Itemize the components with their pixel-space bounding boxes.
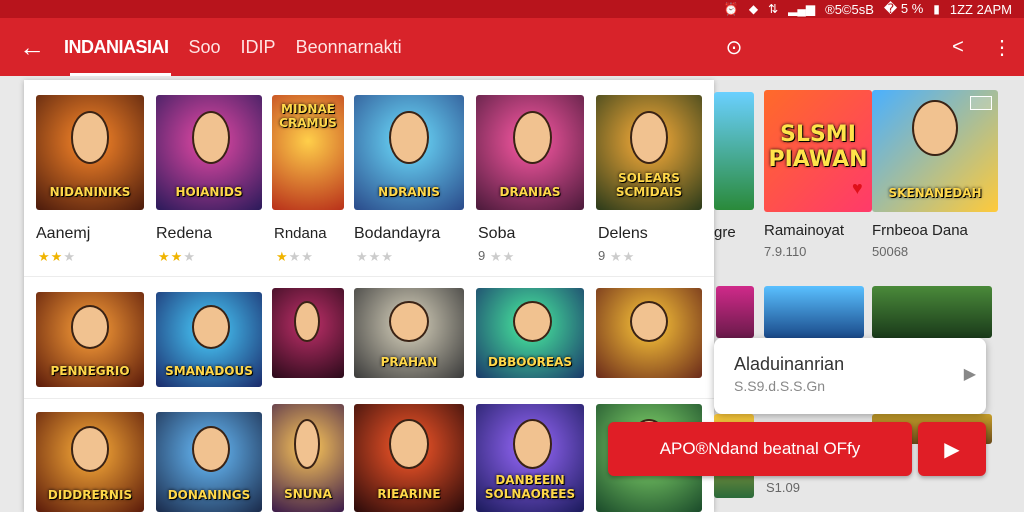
battery-icon: ▮ bbox=[933, 2, 940, 16]
game-icon-9[interactable] bbox=[272, 288, 344, 378]
game-icon-2[interactable]: HOIANIDS bbox=[156, 95, 262, 210]
game-icon-14[interactable]: DONANINGS bbox=[156, 412, 262, 512]
app-bar: ← INDANIASIAI Soo IDIP Beonnarnakti ⊙ < … bbox=[0, 18, 1024, 76]
badge-icon bbox=[970, 96, 992, 110]
partial-game-icon[interactable] bbox=[716, 286, 754, 338]
game-icon-8[interactable]: SMANADOUS bbox=[156, 292, 262, 387]
game-title[interactable]: Bodandayra bbox=[354, 225, 440, 243]
share-icon[interactable]: < bbox=[936, 36, 980, 59]
rating-stars: ★★★ bbox=[276, 249, 314, 264]
game-art-text: SOLEARS SCMIDAIS bbox=[615, 170, 683, 199]
clock: 1ZZ 2APM bbox=[949, 1, 1012, 17]
search-icon[interactable]: ⊙ bbox=[712, 35, 756, 60]
card-title: Aladuinanrian bbox=[734, 354, 845, 374]
game-icon-15[interactable]: SNUNA bbox=[272, 404, 344, 512]
game-icon-16[interactable]: RIEARINE bbox=[354, 404, 464, 512]
suggestion-card[interactable]: Aladuinanrian S.S9.d.S.S.Gn ▶ bbox=[714, 338, 986, 414]
game-art-text: PENNEGRIO bbox=[50, 363, 130, 378]
network-label: ®5©5sB bbox=[825, 1, 874, 17]
game-title[interactable]: Redena bbox=[156, 225, 212, 243]
play-icon[interactable]: ▶ bbox=[918, 422, 986, 476]
game-title[interactable]: Soba bbox=[478, 225, 515, 243]
game-art-text: PRAHAN bbox=[380, 355, 438, 369]
chevron-right-icon[interactable]: ▶ bbox=[964, 364, 976, 384]
tab-soo[interactable]: Soo bbox=[189, 18, 221, 76]
rating-stars: ★★★ bbox=[38, 249, 76, 264]
game-art-text: HOIANIDS bbox=[175, 184, 243, 199]
alarm-icon: ⏰ bbox=[723, 2, 739, 16]
game-icon-5[interactable]: DRANIAS bbox=[476, 95, 584, 210]
game-meta: 9 bbox=[598, 248, 606, 263]
status-extra: � 5 % bbox=[883, 1, 924, 16]
game-art-text: MIDNAE CRAMUS bbox=[279, 101, 337, 130]
game-icon-3[interactable]: MIDNAE CRAMUS bbox=[272, 95, 344, 210]
game-art-text: DONANINGS bbox=[167, 488, 251, 502]
game-icon-1[interactable]: NIDANINIKS bbox=[36, 95, 144, 210]
install-button[interactable]: APO®Ndand beatnal OFfy bbox=[608, 422, 912, 476]
row-divider bbox=[24, 276, 714, 277]
featured-art-text: SLSMI PIAWAN bbox=[768, 121, 868, 172]
rating-stars: ★★ bbox=[490, 249, 516, 264]
featured-title[interactable]: Ramainoyat bbox=[764, 222, 844, 239]
game-icon-right-2[interactable] bbox=[872, 286, 992, 338]
game-icon-right-1[interactable] bbox=[764, 286, 864, 338]
more-vert-icon[interactable]: ⋮ bbox=[980, 35, 1024, 60]
game-icon-6[interactable]: SOLEARS SCMIDAIS bbox=[596, 95, 702, 210]
tab-recommended[interactable]: Beonnarnakti bbox=[296, 18, 402, 76]
featured-banner-2[interactable]: SKENANEDAH bbox=[872, 90, 998, 212]
heart-icon: ♥ bbox=[852, 178, 863, 198]
data-icon: ⇅ bbox=[768, 2, 779, 16]
game-title[interactable]: Delens bbox=[598, 225, 648, 243]
game-icon-12[interactable] bbox=[596, 288, 702, 378]
partial-game-icon[interactable] bbox=[714, 92, 754, 210]
game-title[interactable]: Rndana bbox=[274, 225, 327, 242]
card-subtitle: S.S9.d.S.S.Gn bbox=[734, 378, 826, 394]
featured-title[interactable]: Frnbeoa Dana bbox=[872, 222, 968, 239]
game-icon-7[interactable]: PENNEGRIO bbox=[36, 292, 144, 387]
right-meta: S1.09 bbox=[766, 480, 800, 495]
tab-main[interactable]: INDANIASIAI bbox=[64, 18, 171, 76]
game-art-text: DANBEEIN SOLNAOREES bbox=[484, 473, 576, 502]
status-bar: ⏰ ◆ ⇅ ▂▄▆ ®5©5sB � 5 % ▮ 1ZZ 2APM bbox=[0, 0, 1024, 18]
back-arrow-icon[interactable]: ← bbox=[0, 32, 64, 63]
partial-title: gre bbox=[714, 224, 736, 241]
game-art-text: RIEARINE bbox=[377, 487, 441, 502]
game-icon-10[interactable]: PRAHAN bbox=[354, 288, 464, 378]
rating-stars: ★★ bbox=[610, 249, 636, 264]
rating-stars: ★★★ bbox=[356, 249, 394, 264]
game-art-text: NIDANINIKS bbox=[49, 184, 131, 199]
game-art-text: SMANADOUS bbox=[165, 363, 253, 378]
featured-meta: 7.9.110 bbox=[764, 244, 807, 259]
game-art-text: DRANIAS bbox=[499, 184, 561, 199]
game-meta: 9 bbox=[478, 248, 486, 263]
signal-icon: ▂▄▆ bbox=[788, 2, 816, 16]
featured-art-text: SKENANEDAH bbox=[888, 185, 982, 200]
game-art-text: SNUNA bbox=[284, 487, 332, 502]
wifi-icon: ◆ bbox=[748, 2, 759, 16]
game-title[interactable]: Aanemj bbox=[36, 225, 90, 243]
game-art-text: DIDDRERNIS bbox=[47, 488, 133, 502]
row-divider bbox=[24, 398, 714, 399]
rating-stars: ★★★ bbox=[158, 249, 196, 264]
game-art-text: DBBOOREAS bbox=[487, 355, 573, 369]
game-icon-17[interactable]: DANBEEIN SOLNAOREES bbox=[476, 404, 584, 512]
game-art-text: NDRANIS bbox=[378, 184, 440, 199]
tab-idip[interactable]: IDIP bbox=[241, 18, 276, 76]
featured-meta: 50068 bbox=[872, 244, 909, 259]
game-icon-11[interactable]: DBBOOREAS bbox=[476, 288, 584, 378]
game-icon-13[interactable]: DIDDRERNIS bbox=[36, 412, 144, 512]
game-icon-4[interactable]: NDRANIS bbox=[354, 95, 464, 210]
